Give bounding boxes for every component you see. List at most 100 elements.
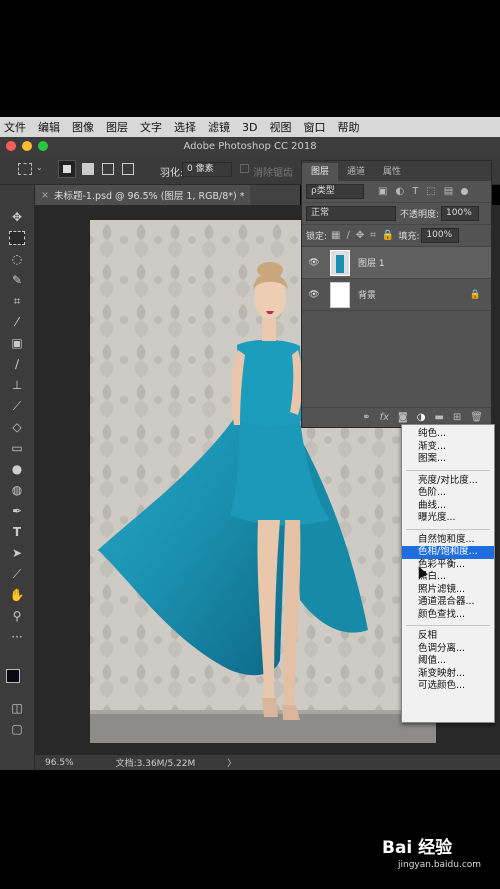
document-tab-row: × 未标题-1.psd @ 96.5% (图层 1, RGB/8*) * [35,185,300,205]
more-tools-icon[interactable]: ··· [9,630,25,644]
path-select-tool-icon[interactable]: ➤ [9,546,25,560]
menu-layer[interactable]: 图层 [106,119,128,135]
dodge-tool-icon[interactable]: ◍ [9,483,25,497]
foreground-color-swatch[interactable] [6,669,20,683]
line-tool-icon[interactable]: ⟋ [9,567,25,581]
chevron-down-icon[interactable]: ⌄ [36,163,43,172]
new-group-icon[interactable]: ▬ [434,412,443,423]
antialias-checkbox[interactable] [240,164,249,173]
filter-adjustment-icon[interactable]: ◐ [395,186,404,197]
menu-item-gradient-map[interactable]: 渐变映射... [402,668,494,681]
gradient-tool-icon[interactable]: ▭ [9,441,25,455]
quick-mask-icon[interactable]: ◫ [9,701,25,715]
healing-tool-icon[interactable]: ▣ [9,336,25,350]
window-title: Adobe Photoshop CC 2018 [183,140,317,152]
menu-item-photo-filter[interactable]: 照片滤镜... [402,584,494,597]
filter-pixel-icon[interactable]: ▣ [378,186,387,197]
eyedropper-tool-icon[interactable]: ⁄ [9,315,25,329]
add-mask-icon[interactable]: ◙ [398,412,408,423]
menu-item-invert[interactable]: 反相 [402,630,494,643]
marquee-tool-icon[interactable] [9,231,25,245]
type-tool-icon[interactable]: T [9,525,25,539]
lasso-tool-icon[interactable]: ◌ [9,252,25,266]
opacity-input[interactable]: 100% [441,206,480,221]
menu-window[interactable]: 窗口 [303,119,325,135]
lock-artboard-icon[interactable]: ⌗ [370,230,376,241]
menu-item-color-lookup[interactable]: 颜色查找... [402,609,494,622]
tab-close-icon[interactable]: × [41,190,49,201]
eraser-tool-icon[interactable]: ◇ [9,420,25,434]
fill-input[interactable]: 100% [421,228,460,243]
filter-shape-icon[interactable]: ⬚ [426,186,435,197]
delete-layer-icon[interactable]: 🗑 [470,412,483,423]
menu-item-threshold[interactable]: 阈值... [402,655,494,668]
menu-item-channel-mixer[interactable]: 通道混合器... [402,596,494,609]
blur-tool-icon[interactable]: ● [9,462,25,476]
layer-row-layer1[interactable]: 👁 图层 1 [302,247,491,279]
menu-image[interactable]: 图像 [72,119,94,135]
new-selection-icon[interactable] [58,160,76,178]
document-tab[interactable]: × 未标题-1.psd @ 96.5% (图层 1, RGB/8*) * [35,185,251,205]
menu-edit[interactable]: 编辑 [38,119,60,135]
menu-item-vibrance[interactable]: 自然饱和度... [402,534,494,547]
menu-type[interactable]: 文字 [140,119,162,135]
document-tab-title: 未标题-1.psd @ 96.5% (图层 1, RGB/8*) * [53,191,245,202]
filter-type-icon[interactable]: T [412,186,418,197]
marquee-tool-preset-icon[interactable] [18,163,32,175]
menu-select[interactable]: 选择 [174,119,196,135]
new-adjustment-layer-icon[interactable]: ◑ [417,412,426,423]
menu-item-hue-saturation[interactable]: 色相/饱和度... [402,546,494,559]
tab-properties[interactable]: 属性 [374,163,410,181]
layer-kind-filter[interactable]: ρ类型 [306,184,364,199]
menu-file[interactable]: 文件 [4,119,26,135]
status-arrow-icon[interactable]: 〉 [227,756,236,769]
move-tool-icon[interactable]: ✥ [9,210,25,224]
menu-item-selective-color[interactable]: 可选颜色... [402,680,494,693]
lock-image-icon[interactable]: ∕ [347,230,350,241]
hand-tool-icon[interactable]: ✋ [9,588,25,602]
layer-style-icon[interactable]: fx [380,412,389,423]
menu-item-pattern[interactable]: 图案... [402,453,494,466]
menu-item-curves[interactable]: 曲线... [402,500,494,513]
feather-input[interactable]: 0 像素 [182,162,232,177]
new-layer-icon[interactable]: ⊞ [453,412,461,423]
brush-tool-icon[interactable]: ∕ [9,357,25,371]
layer-name[interactable]: 背景 [358,288,376,301]
filter-toggle-icon[interactable] [461,188,469,195]
antialias-label: 消除锯齿 [253,168,293,179]
menu-item-posterize[interactable]: 色调分离... [402,643,494,656]
quick-select-tool-icon[interactable]: ✎ [9,273,25,287]
lock-all-icon[interactable]: 🔒 [382,230,394,241]
menu-item-brightness-contrast[interactable]: 亮度/对比度... [402,475,494,488]
tab-layers[interactable]: 图层 [302,163,339,181]
layer-name[interactable]: 图层 1 [358,256,385,269]
lock-transparent-icon[interactable]: ▦ [331,230,340,241]
intersect-selection-icon[interactable] [122,163,134,175]
pen-tool-icon[interactable]: ✒ [9,504,25,518]
menu-item-levels[interactable]: 色阶... [402,487,494,500]
menu-item-gradient[interactable]: 渐变... [402,441,494,454]
lock-position-icon[interactable]: ✥ [356,230,364,241]
menu-3d[interactable]: 3D [242,121,257,134]
zoom-tool-icon[interactable]: ⚲ [9,609,25,623]
zoom-level[interactable]: 96.5% [45,758,74,768]
menu-item-solid-color[interactable]: 纯色... [402,428,494,441]
menu-item-exposure[interactable]: 曝光度... [402,512,494,525]
history-brush-tool-icon[interactable]: ⟋ [9,399,25,413]
menu-view[interactable]: 视图 [269,119,291,135]
crop-tool-icon[interactable]: ⌗ [9,294,25,308]
add-selection-icon[interactable] [82,163,94,175]
layer-thumbnail [330,249,350,276]
layer-row-background[interactable]: 👁 背景 🔒 [302,279,491,311]
menu-help[interactable]: 帮助 [337,119,359,135]
visibility-eye-icon[interactable]: 👁 [302,258,326,268]
menu-filter[interactable]: 滤镜 [208,119,230,135]
stamp-tool-icon[interactable]: ⊥ [9,378,25,392]
screen-mode-icon[interactable]: ▢ [9,722,25,736]
visibility-eye-icon[interactable]: 👁 [302,290,326,300]
blend-mode-select[interactable]: 正常 [306,206,396,221]
tab-channels[interactable]: 通道 [338,163,374,181]
link-layers-icon[interactable]: ⚭ [362,412,370,423]
subtract-selection-icon[interactable] [102,163,114,175]
filter-smart-object-icon[interactable]: ▤ [444,186,453,197]
